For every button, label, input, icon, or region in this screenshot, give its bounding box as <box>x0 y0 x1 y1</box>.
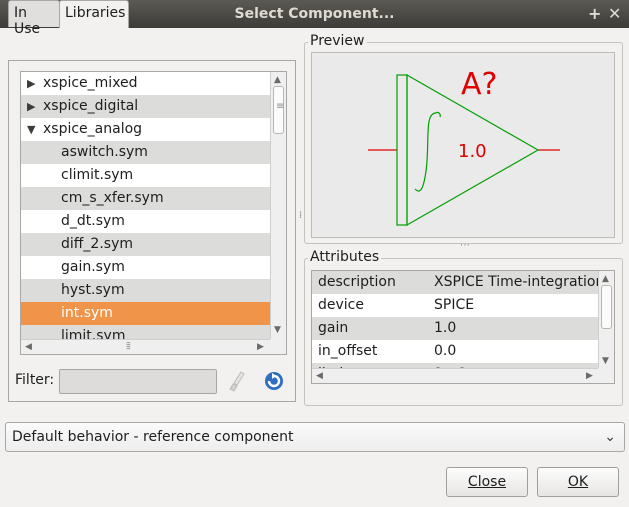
refdes-text: A? <box>461 67 498 102</box>
clear-filter-icon[interactable] <box>226 370 250 394</box>
tree-symbol-row[interactable]: aswitch.sym <box>21 141 271 164</box>
library-tree[interactable]: ▶ xspice_mixed ▶ xspice_digital ▼ xspice_anal… <box>20 71 287 355</box>
tree-row-label: diff_2.sym <box>61 236 133 252</box>
attribute-value: 0.0 <box>434 343 457 359</box>
expanded-arrow-icon[interactable]: ▼ <box>27 118 35 141</box>
tree-symbol-row[interactable]: climit.sym <box>21 164 271 187</box>
scroll-down-icon[interactable]: ▼ <box>602 355 609 367</box>
tree-symbol-row[interactable]: cm_s_xfer.sym <box>21 187 271 210</box>
maximize-icon[interactable]: + <box>588 4 601 24</box>
close-button[interactable]: Close <box>446 467 528 497</box>
tree-symbol-row[interactable]: int.sym <box>21 302 271 325</box>
tree-row-label: cm_s_xfer.sym <box>61 190 164 206</box>
scroll-up-icon[interactable]: ▲ <box>274 74 281 86</box>
tree-library-row[interactable]: ▼ xspice_analog <box>21 118 271 141</box>
attribute-name: device <box>318 297 364 313</box>
chevron-down-icon: ⌄ <box>604 429 616 445</box>
gain-text: 1.0 <box>458 141 487 162</box>
attribute-name: gain <box>318 320 349 336</box>
attributes-label: Attributes <box>308 249 382 265</box>
tab-libraries[interactable]: Libraries <box>59 0 129 28</box>
collapsed-arrow-icon[interactable]: ▶ <box>27 72 35 95</box>
tree-symbol-row[interactable]: d_dt.sym <box>21 210 271 233</box>
tree-row-label: aswitch.sym <box>61 144 148 160</box>
attribute-row[interactable]: description XSPICE Time-integration <box>312 271 600 294</box>
symbol-preview: A? 1.0 <box>311 52 615 238</box>
tree-row-label: int.sym <box>61 305 113 321</box>
preview-label: Preview <box>308 33 367 49</box>
attribute-value: XSPICE Time-integration <box>434 274 600 290</box>
close-button-label: Close <box>467 474 507 490</box>
behavior-dropdown[interactable]: Default behavior - reference component ⌄ <box>5 422 625 452</box>
collapsed-arrow-icon[interactable]: ▶ <box>27 95 35 118</box>
tree-symbol-row[interactable]: diff_2.sym <box>21 233 271 256</box>
behavior-selected: Default behavior - reference component <box>12 429 294 445</box>
tree-row-label: gain.sym <box>61 259 125 275</box>
select-component-dialog: ✕ Select Component... + ✕ In Use Librari… <box>0 0 629 507</box>
tree-symbol-row[interactable]: limit.sym <box>21 325 271 340</box>
attribute-value: SPICE <box>434 297 475 313</box>
refresh-icon[interactable] <box>262 370 286 394</box>
close-window-icon[interactable]: ✕ <box>608 4 621 24</box>
scroll-up-icon[interactable]: ▲ <box>602 273 609 285</box>
scroll-corner <box>270 339 286 354</box>
attributes-table[interactable]: description XSPICE Time-integration device… <box>311 270 615 384</box>
tree-symbol-row[interactable]: gain.sym <box>21 256 271 279</box>
scroll-thumb[interactable] <box>601 285 612 329</box>
attribute-row[interactable]: in_offset 0.0 <box>312 340 600 363</box>
tree-row-label: xspice_mixed <box>43 75 138 91</box>
filter-label: Filter: <box>15 372 55 388</box>
tree-horizontal-scrollbar[interactable]: ◀ ⦙⦙⦙ ▶ <box>21 339 271 354</box>
tree-symbol-row[interactable]: hyst.sym <box>21 279 271 302</box>
scroll-down-icon[interactable]: ▼ <box>274 324 281 336</box>
tree-row-label: xspice_analog <box>43 121 143 137</box>
scroll-corner <box>598 368 614 383</box>
tree-row-label: d_dt.sym <box>61 213 125 229</box>
grip-icon: ≡ <box>276 101 284 112</box>
grip-icon: ⦙⦙⦙ <box>126 341 131 352</box>
tree-row-label: xspice_digital <box>43 98 139 114</box>
pane-splitter-icon[interactable]: ⁞ <box>299 211 302 221</box>
attribute-name: in_offset <box>318 343 378 359</box>
ok-button[interactable]: OK <box>537 467 619 497</box>
scroll-right-icon[interactable]: ▶ <box>586 370 593 382</box>
attributes-horizontal-scrollbar[interactable]: ◀ ▶ <box>312 368 600 383</box>
tab-in-use[interactable]: In Use <box>8 0 60 37</box>
attribute-row[interactable]: gain 1.0 <box>312 317 600 340</box>
attributes-vertical-scrollbar[interactable]: ▲ ▼ <box>598 271 614 369</box>
scroll-left-icon[interactable]: ◀ <box>316 370 323 382</box>
splitter-grip-icon[interactable]: ⋯ <box>460 241 470 251</box>
tree-row-label: climit.sym <box>61 167 134 183</box>
tree-row-label: hyst.sym <box>61 282 125 298</box>
scroll-left-icon[interactable]: ◀ <box>25 341 32 353</box>
attribute-row[interactable]: device SPICE <box>312 294 600 317</box>
tree-library-row[interactable]: ▶ xspice_digital <box>21 95 271 118</box>
filter-input[interactable] <box>59 369 217 394</box>
tree-library-row[interactable]: ▶ xspice_mixed <box>21 72 271 95</box>
ok-button-label: OK <box>567 474 589 490</box>
scroll-right-icon[interactable]: ▶ <box>257 341 264 353</box>
tree-vertical-scrollbar[interactable]: ▲ ≡ ▼ <box>270 72 286 340</box>
tree-rows: ▶ xspice_mixed ▶ xspice_digital ▼ xspice_anal… <box>21 72 271 340</box>
attribute-value: 1.0 <box>434 320 457 336</box>
attribute-name: description <box>318 274 396 290</box>
scroll-thumb[interactable]: ≡ <box>273 86 284 134</box>
